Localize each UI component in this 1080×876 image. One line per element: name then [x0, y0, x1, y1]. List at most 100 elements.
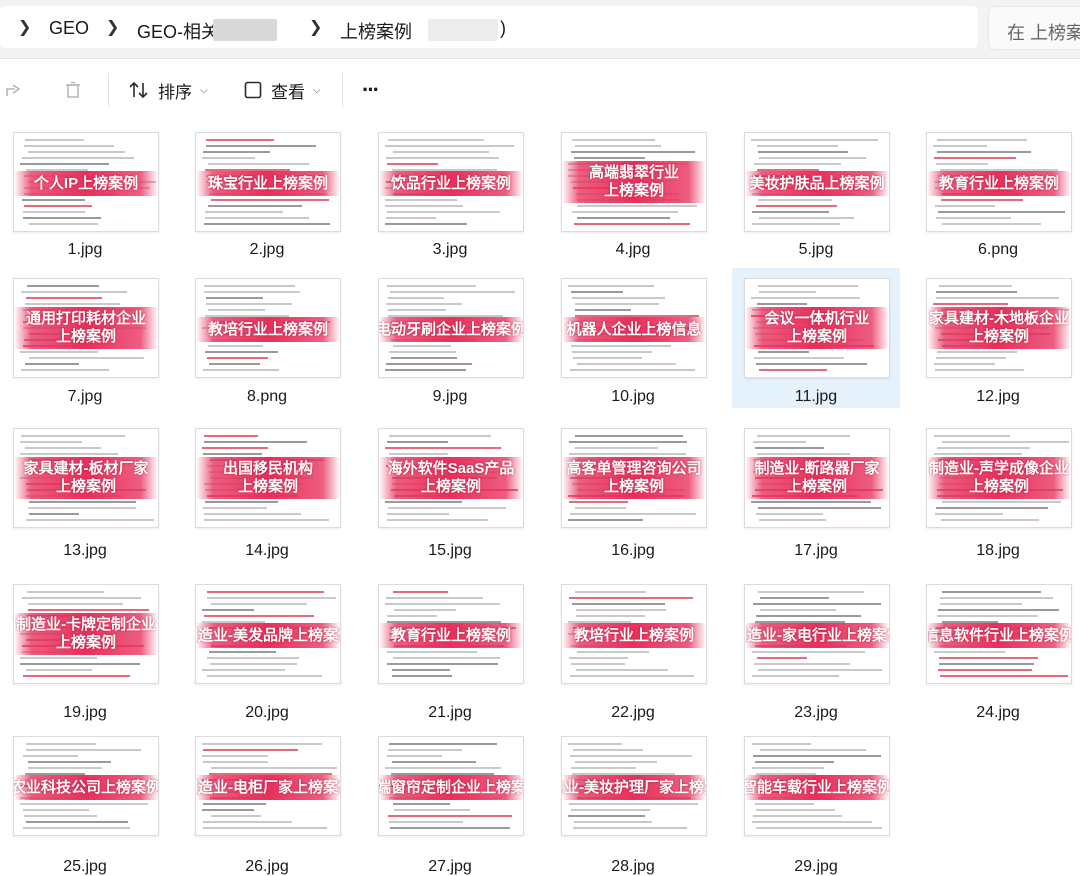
- file-item[interactable]: 珠宝行业上榜案例 2.jpg: [183, 122, 351, 262]
- file-name[interactable]: 8.png: [183, 388, 351, 406]
- breadcrumb[interactable]: ❯ GEO ❯ GEO-相关 ❯ 上榜案例 ): [0, 6, 978, 48]
- banner-text: 农业科技公司上榜案例: [13, 779, 159, 796]
- file-item[interactable]: 家具建材-木地板企业 上榜案例 12.jpg: [914, 268, 1080, 408]
- file-name[interactable]: 26.jpg: [183, 858, 351, 876]
- document-line: [388, 507, 506, 509]
- file-name[interactable]: 24.jpg: [914, 704, 1080, 722]
- file-name[interactable]: 17.jpg: [732, 542, 900, 560]
- file-name[interactable]: 3.jpg: [366, 241, 534, 259]
- file-name[interactable]: 15.jpg: [366, 542, 534, 560]
- file-name[interactable]: 13.jpg: [1, 542, 169, 560]
- file-item[interactable]: 高端翡翠行业 上榜案例 4.jpg: [549, 122, 717, 262]
- document-line: [26, 743, 96, 745]
- file-name[interactable]: 9.jpg: [366, 388, 534, 406]
- document-line: [568, 519, 643, 521]
- file-name[interactable]: 23.jpg: [732, 704, 900, 722]
- file-name[interactable]: 22.jpg: [549, 704, 717, 722]
- file-item[interactable]: 高端窗帘定制企业上榜案例 27.jpg: [366, 732, 534, 875]
- file-name[interactable]: 4.jpg: [549, 241, 717, 259]
- file-name[interactable]: 6.png: [914, 241, 1080, 259]
- file-item[interactable]: 教育行业上榜案例 21.jpg: [366, 580, 534, 722]
- file-item[interactable]: 信息软件行业上榜案例 24.jpg: [914, 580, 1080, 722]
- file-name[interactable]: 11.jpg: [732, 388, 900, 406]
- file-name[interactable]: 29.jpg: [732, 858, 900, 876]
- file-name[interactable]: 10.jpg: [549, 388, 717, 406]
- file-item[interactable]: 海外软件SaaS产品 上榜案例 15.jpg: [366, 418, 534, 560]
- file-name[interactable]: 25.jpg: [1, 858, 169, 876]
- file-name[interactable]: 27.jpg: [366, 858, 534, 876]
- file-item[interactable]: 家具建材-板材厂家 上榜案例 13.jpg: [1, 418, 169, 560]
- file-thumbnail: 海外软件SaaS产品 上榜案例: [378, 428, 524, 528]
- chevron-right-icon[interactable]: ❯: [18, 17, 31, 37]
- document-line: [202, 609, 254, 611]
- thumbnail-banner: 通用打印耗材企业 上榜案例: [14, 307, 158, 349]
- file-name[interactable]: 14.jpg: [183, 542, 351, 560]
- file-name[interactable]: 16.jpg: [549, 542, 717, 560]
- file-item[interactable]: 通用打印耗材企业 上榜案例 7.jpg: [1, 268, 169, 408]
- document-line: [935, 513, 1003, 515]
- file-name[interactable]: 12.jpg: [914, 388, 1080, 406]
- document-line: [569, 453, 686, 455]
- file-name[interactable]: 7.jpg: [1, 388, 169, 406]
- file-name[interactable]: 5.jpg: [732, 241, 900, 259]
- breadcrumb-item-geo[interactable]: GEO: [49, 18, 89, 39]
- document-line: [942, 223, 1041, 225]
- file-name[interactable]: 1.jpg: [1, 241, 169, 259]
- file-item[interactable]: 会议一体机行业 上榜案例 11.jpg: [732, 268, 900, 408]
- document-line: [940, 675, 1068, 677]
- document-line: [28, 603, 123, 605]
- file-item[interactable]: 教培行业上榜案例 8.png: [183, 268, 351, 408]
- file-item[interactable]: 零售业-美妆护理厂家上榜案例 28.jpg: [549, 732, 717, 875]
- view-button[interactable]: 查看 ⌵: [243, 77, 321, 103]
- file-name[interactable]: 20.jpg: [183, 704, 351, 722]
- document-line: [20, 663, 140, 665]
- document-line: [22, 199, 85, 201]
- file-item[interactable]: 电动牙刷企业上榜案例 9.jpg: [366, 268, 534, 408]
- search-box[interactable]: 在 上榜案: [988, 6, 1080, 50]
- document-line: [760, 597, 829, 599]
- delete-button[interactable]: [63, 77, 83, 103]
- file-item[interactable]: 饮品行业上榜案例 3.jpg: [366, 122, 534, 262]
- document-line: [210, 663, 297, 665]
- file-item[interactable]: 智能车载行业上榜案例 29.jpg: [732, 732, 900, 875]
- more-options-button[interactable]: ···: [362, 77, 380, 103]
- thumbnail-banner: 制造业-电柜厂家上榜案例: [196, 775, 340, 800]
- file-name[interactable]: 2.jpg: [183, 241, 351, 259]
- trash-icon: [66, 81, 80, 98]
- document-line: [936, 163, 988, 165]
- file-item[interactable]: 制造业-声学成像企业 上榜案例 18.jpg: [914, 418, 1080, 560]
- document-line: [936, 291, 1017, 293]
- file-name[interactable]: 19.jpg: [1, 704, 169, 722]
- file-item[interactable]: 机器人企业上榜信息 10.jpg: [549, 268, 717, 408]
- document-line: [203, 821, 292, 823]
- sort-button[interactable]: 排序 ⌵: [128, 77, 208, 103]
- thumbnail-banner: 教育行业上榜案例: [927, 171, 1071, 196]
- file-item[interactable]: 个人IP上榜案例 1.jpg: [1, 122, 169, 262]
- chevron-right-icon[interactable]: ❯: [309, 17, 322, 37]
- file-item[interactable]: 制造业-美发品牌上榜案例 20.jpg: [183, 580, 351, 722]
- file-item[interactable]: 教培行业上榜案例 22.jpg: [549, 580, 717, 722]
- file-item[interactable]: 制造业-卡牌定制企业 上榜案例 19.jpg: [1, 580, 169, 722]
- file-item[interactable]: 教育行业上榜案例 6.png: [914, 122, 1080, 262]
- chevron-right-icon[interactable]: ❯: [106, 17, 119, 37]
- file-item[interactable]: 出国移民机构 上榜案例 14.jpg: [183, 418, 351, 560]
- file-thumbnail: 电动牙刷企业上榜案例: [378, 278, 524, 378]
- file-item[interactable]: 美妆护肤品上榜案例 5.jpg: [732, 122, 900, 262]
- file-item[interactable]: 农业科技公司上榜案例 25.jpg: [1, 732, 169, 875]
- file-name[interactable]: 18.jpg: [914, 542, 1080, 560]
- file-item[interactable]: 制造业-断路器厂家 上榜案例 17.jpg: [732, 418, 900, 560]
- file-name[interactable]: 28.jpg: [549, 858, 717, 876]
- document-line: [204, 519, 329, 521]
- file-item[interactable]: 制造业-电柜厂家上榜案例 26.jpg: [183, 732, 351, 875]
- file-item[interactable]: 制造业-家电行业上榜案例 23.jpg: [732, 580, 900, 722]
- share-button[interactable]: [4, 77, 24, 103]
- document-line: [25, 303, 120, 305]
- file-name[interactable]: 21.jpg: [366, 704, 534, 722]
- document-line: [394, 609, 456, 611]
- document-line: [28, 609, 149, 611]
- banner-text: 上榜案例: [55, 634, 116, 651]
- banner-text: 个人IP上榜案例: [33, 175, 139, 192]
- breadcrumb-item-geo-related[interactable]: GEO-相关: [137, 18, 219, 44]
- file-item[interactable]: 高客单管理咨询公司 上榜案例 16.jpg: [549, 418, 717, 560]
- breadcrumb-item-cases[interactable]: 上榜案例: [340, 18, 412, 44]
